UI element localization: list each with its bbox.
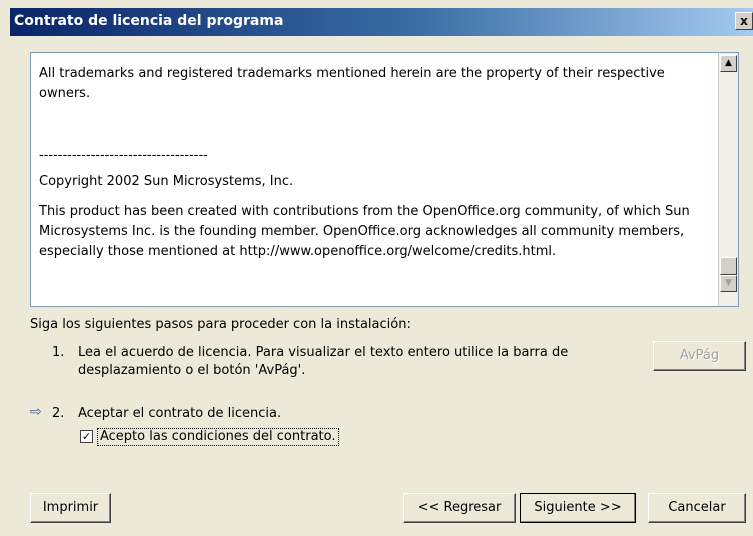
scroll-up-icon[interactable]: ▲ <box>720 55 737 72</box>
current-step-arrow-icon: ⇨ <box>30 404 42 420</box>
scroll-thumb[interactable] <box>720 257 737 275</box>
license-content: ----------------------------------------… <box>39 53 709 262</box>
copyright-paragraph: Copyright 2002 Sun Microsystems, Inc. <box>39 174 294 189</box>
scroll-down-icon[interactable]: ▼ <box>720 275 737 292</box>
next-button[interactable]: Siguiente >> <box>520 493 636 523</box>
back-button[interactable]: << Regresar <box>403 493 516 523</box>
print-button[interactable]: Imprimir <box>30 493 111 523</box>
step1-number: 1. <box>52 345 65 360</box>
title-bar[interactable]: Contrato de licencia del programa x <box>10 8 753 36</box>
trademark-paragraph: All trademarks and registered trademarks… <box>39 66 665 101</box>
vertical-scrollbar[interactable]: ▲ ▼ <box>718 53 738 306</box>
close-button[interactable]: x <box>735 12 753 30</box>
separator-dashes-top: ----------------------------------------… <box>39 53 709 61</box>
cancel-button[interactable]: Cancelar <box>648 493 746 523</box>
accept-checkbox[interactable]: ✓ <box>80 430 93 443</box>
contributions-paragraph: This product has been created with contr… <box>39 204 690 259</box>
separator-dashes-mid: ------------------------------------ <box>39 148 208 163</box>
instructions-heading: Siga los siguientes pasos para proceder … <box>30 317 411 332</box>
step2-text: Aceptar el contrato de licencia. <box>78 406 282 421</box>
step1-text: Lea el acuerdo de licencia. Para visuali… <box>78 345 569 378</box>
license-dialog: Contrato de licencia del programa x ----… <box>0 0 753 536</box>
license-text-area[interactable]: ----------------------------------------… <box>30 52 739 307</box>
page-down-button[interactable]: AvPág <box>653 341 746 371</box>
step2-number: 2. <box>52 406 65 421</box>
accept-checkbox-label[interactable]: Acepto las condiciones del contrato. <box>97 428 339 446</box>
window-title: Contrato de licencia del programa <box>14 13 284 29</box>
